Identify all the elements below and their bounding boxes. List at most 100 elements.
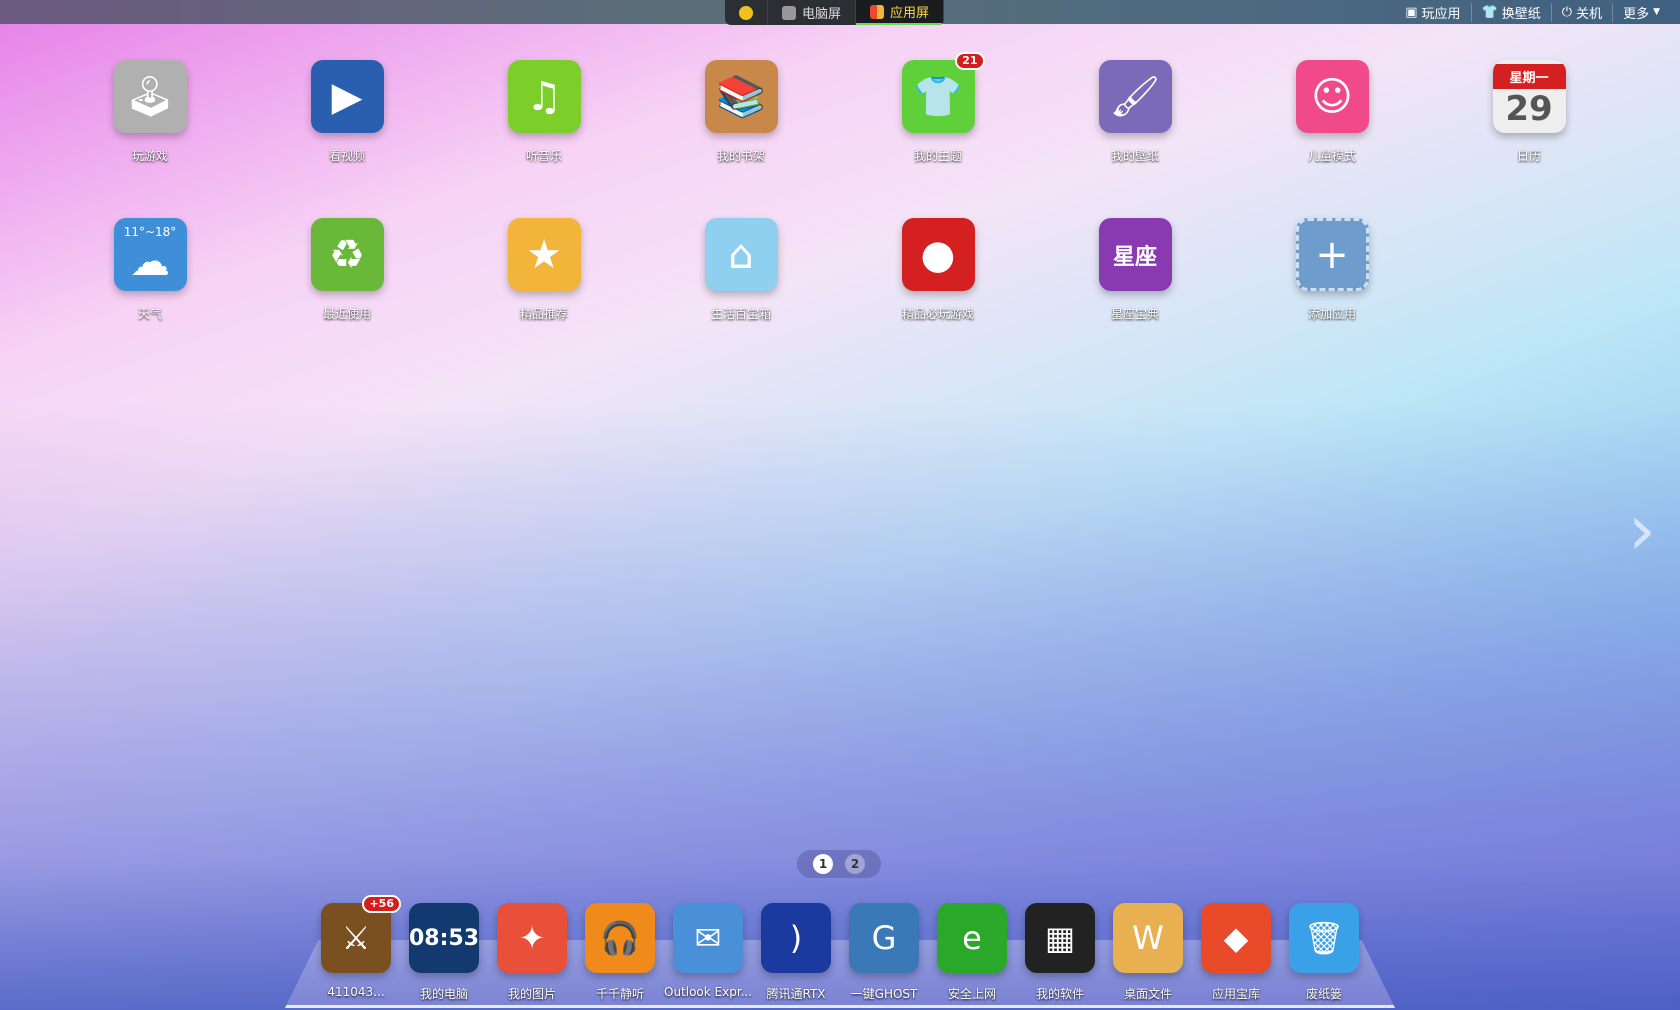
calendar-icon: 星期一 29 [1492, 60, 1566, 133]
screen-tabs: 电脑屏 应用屏 [725, 0, 945, 25]
outlook-icon: ✉ [673, 903, 743, 973]
weather-icon: 11°~18° ☁ [113, 218, 187, 291]
change-wallpaper-button[interactable]: 👕 换壁纸 [1470, 2, 1551, 22]
icon-glyph: ● [920, 231, 956, 278]
play-apps-button[interactable]: ▣ 玩应用 [1395, 3, 1470, 22]
app-store-icon: ◆ [1201, 903, 1271, 973]
apps-item[interactable]: + 添加应用 [1257, 218, 1407, 322]
apps-item[interactable]: ● 精品必玩游戏 [863, 218, 1013, 322]
icon-glyph: 🎧 [600, 919, 640, 957]
recent-folder-icon: ♻ [310, 218, 384, 291]
windows-icon [782, 5, 796, 20]
shutdown-button[interactable]: ⏻ 关机 [1550, 2, 1612, 22]
horoscope-icon: 星座 [1098, 218, 1172, 291]
page-indicator: 1 2 [797, 850, 881, 878]
app-label: 安全上网 [947, 987, 996, 1001]
dock-item[interactable]: ▦ 我的软件 [1016, 903, 1104, 1002]
rtx-icon: ) [761, 903, 831, 973]
apps-item[interactable]: 11°~18° ☁ 天气 [75, 218, 225, 322]
apps-item[interactable]: ☺ 儿童模式 [1257, 60, 1407, 164]
app-label: 生活百宝箱 [710, 307, 771, 321]
desktop-files-icon: W [1113, 903, 1183, 973]
icon-glyph: 29 [1505, 89, 1553, 129]
apps-item[interactable]: 🖌 我的壁纸 [1060, 60, 1210, 164]
app-label: 废纸篓 [1305, 987, 1342, 1001]
app-label: 听音乐 [525, 149, 562, 163]
add-icon: + [1295, 218, 1369, 291]
tshirt-icon: 👕 21 [901, 52, 985, 133]
icon-glyph: G [871, 919, 897, 957]
dock-item[interactable]: ✦ 我的图片 [488, 903, 576, 1002]
apps-item[interactable]: ♫ 听音乐 [469, 60, 619, 164]
dock-item[interactable]: ◆ 应用宝库 [1192, 903, 1280, 1002]
app-label: 我的书架 [716, 149, 765, 163]
dock-item[interactable]: e 安全上网 [928, 903, 1016, 1002]
dock-item[interactable]: ✉ Outlook Expr... [664, 903, 752, 999]
app-label: 桌面文件 [1123, 987, 1172, 1001]
dock-item[interactable]: 08:53 我的电脑 [400, 903, 488, 1002]
app-label: 儿童模式 [1307, 149, 1356, 163]
app-label: 411043... [327, 985, 385, 999]
menu-label: 关机 [1576, 6, 1603, 22]
dock-item[interactable]: 🎧 千千静听 [576, 903, 664, 1002]
app-label: 千千静听 [595, 987, 644, 1001]
icon-glyph: W [1132, 919, 1164, 957]
calendar-weekday: 星期一 [1492, 64, 1566, 89]
apps-item[interactable]: 🕹 玩游戏 [75, 60, 225, 164]
app-label: 最近使用 [322, 307, 371, 321]
apps-item[interactable]: 👕 21 我的主题 [863, 52, 1013, 164]
icon-glyph: ◆ [1223, 919, 1249, 957]
menu-label: 玩应用 [1421, 6, 1461, 22]
apps-item[interactable]: 星期一 29 日历 [1454, 60, 1604, 164]
tab-label: 应用屏 [890, 6, 930, 21]
app-label: 我的主题 [913, 149, 962, 163]
page-1-dot[interactable]: 1 [813, 854, 833, 874]
icon-glyph: ▶ [331, 73, 363, 120]
power-icon: ⏻ [1561, 4, 1573, 20]
tab-app-screen[interactable]: 应用屏 [856, 0, 945, 25]
tab-computer-screen[interactable]: 电脑屏 [768, 0, 857, 25]
app-label: 精品推荐 [519, 307, 568, 321]
next-page-arrow-icon[interactable]: › [1628, 495, 1656, 565]
apps-item[interactable]: ⌂ 生活百宝箱 [666, 218, 816, 322]
icon-glyph: 🗑 [1303, 919, 1345, 957]
angry-bird-icon: ● [901, 218, 975, 291]
cube-icon [870, 4, 885, 19]
music-note-icon: ♫ [507, 60, 581, 133]
apps-item[interactable]: 📚 我的书架 [666, 60, 816, 164]
icon-glyph: e [962, 919, 982, 957]
icon-glyph: 星座 [1112, 244, 1157, 270]
app-label: 精品必玩游戏 [901, 307, 974, 321]
more-menu-button[interactable]: 更多 ▼ [1612, 2, 1670, 22]
apps-item[interactable]: ▶ 看视频 [272, 60, 422, 164]
dock-item[interactable]: ) 腾讯通RTX [752, 903, 840, 1002]
tab-home[interactable] [725, 0, 768, 25]
computer-icon: 08:53 [409, 903, 479, 973]
app-label: 我的图片 [507, 987, 556, 1001]
dock-item[interactable]: W 桌面文件 [1104, 903, 1192, 1002]
dock-item[interactable]: 🗑 废纸篓 [1280, 903, 1368, 1002]
browser-icon: e [937, 903, 1007, 973]
app-label: 应用宝库 [1211, 987, 1260, 1001]
icon-glyph: + [1315, 231, 1349, 278]
icon-glyph: ✦ [518, 919, 546, 957]
icon-glyph: ★ [526, 231, 562, 278]
dock-item[interactable]: ⚔ +56 411043... [312, 895, 401, 999]
ttplayer-icon: 🎧 [585, 903, 655, 973]
kid-icon: ☺ [1295, 60, 1369, 133]
dock-item[interactable]: G 一键GHOST [840, 903, 928, 1002]
icon-glyph: ⌂ [728, 231, 754, 278]
apps-item[interactable]: ★ 精品推荐 [469, 218, 619, 322]
top-menu: ▣ 玩应用 👕 换壁纸 ⏻ 关机 更多 ▼ [1395, 0, 1670, 24]
icon-glyph: 08:53 [408, 925, 480, 951]
apps-item[interactable]: 星座 星座宝典 [1060, 218, 1210, 322]
icon-glyph: ▦ [1044, 919, 1076, 957]
menu-label: 换壁纸 [1501, 6, 1541, 22]
icon-glyph: ⚔ [341, 919, 371, 957]
page-2-dot[interactable]: 2 [845, 854, 865, 874]
icon-glyph: 🖌 [1109, 74, 1161, 120]
apps-item[interactable]: ♻ 最近使用 [272, 218, 422, 322]
icon-glyph: ♻ [329, 231, 365, 278]
trash-icon: 🗑 [1289, 903, 1359, 973]
shirt-icon: 👕 [1481, 4, 1498, 20]
